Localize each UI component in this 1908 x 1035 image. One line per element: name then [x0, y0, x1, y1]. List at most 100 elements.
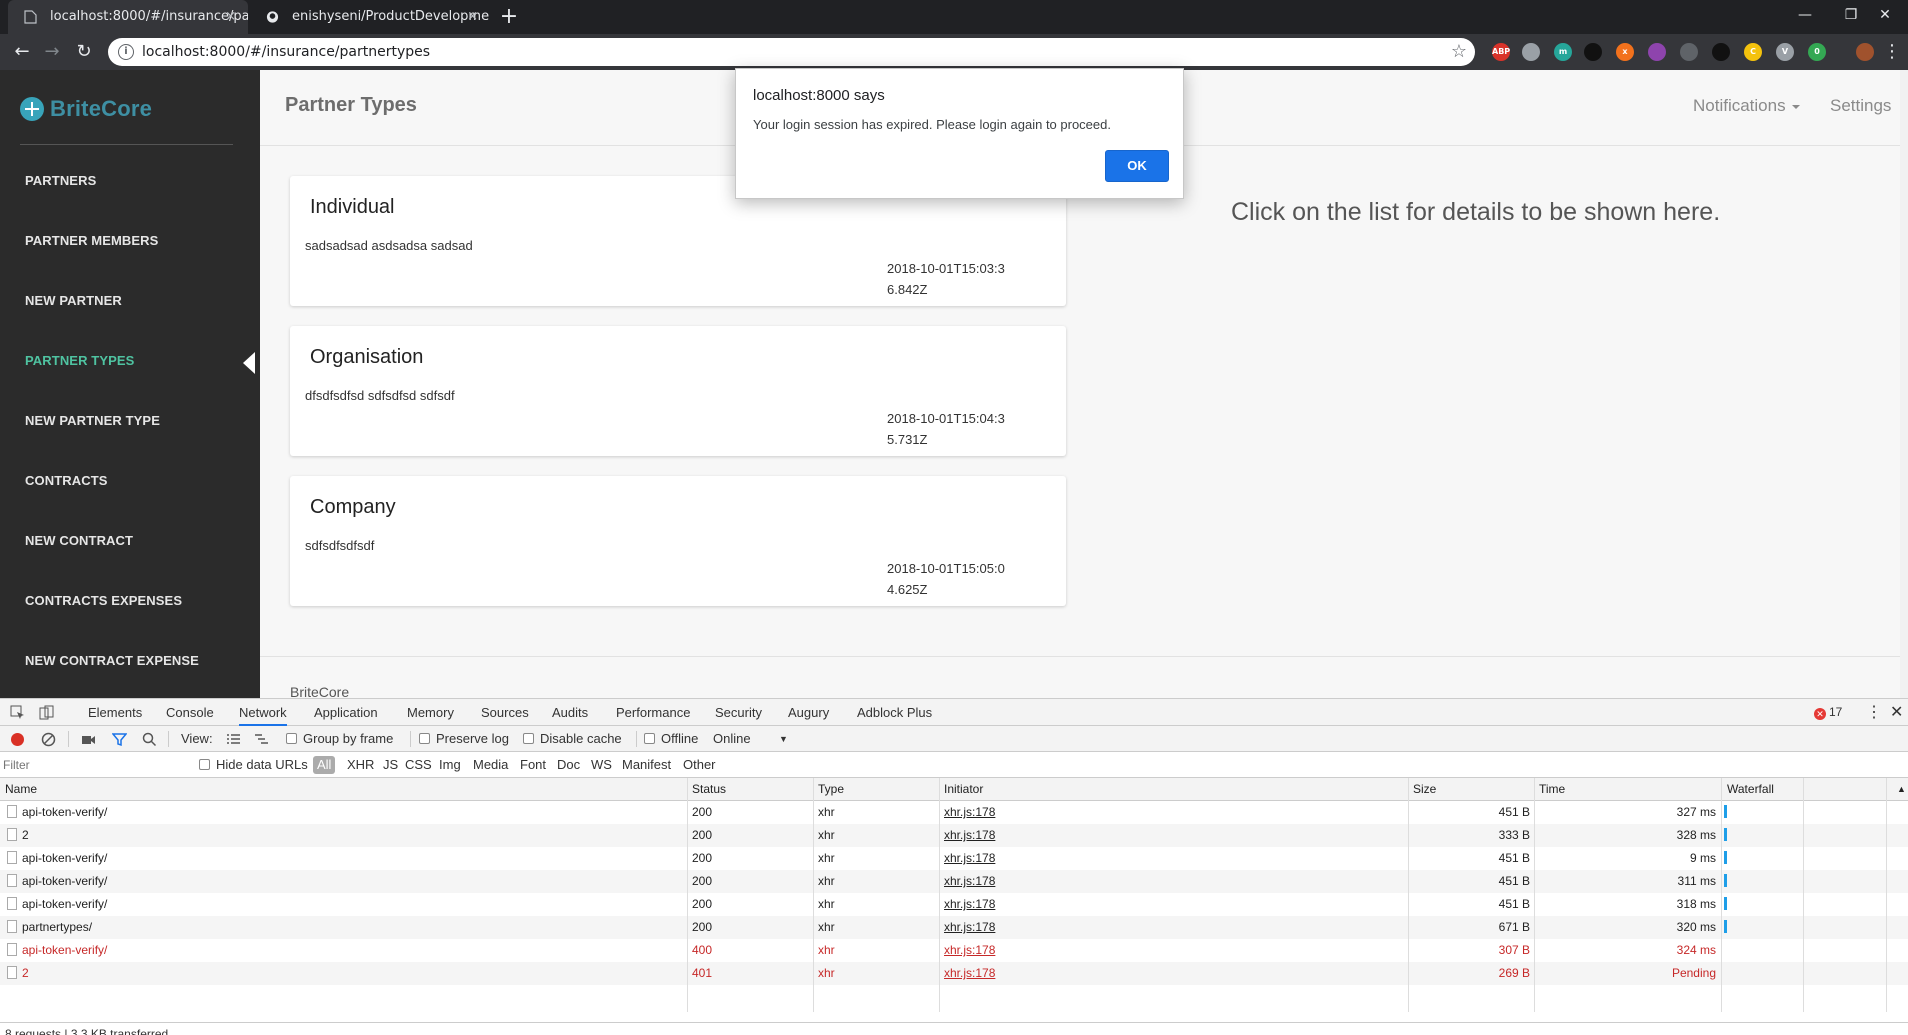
brand-logo[interactable]: BriteCore [20, 94, 152, 124]
sidebar-item-new-partner[interactable]: NEW PARTNER [25, 293, 122, 308]
filter-type-doc[interactable]: Doc [557, 752, 580, 778]
sidebar-item-new-contract-expense[interactable]: NEW CONTRACT EXPENSE [25, 653, 199, 668]
devtools-tab-adblock-plus[interactable]: Adblock Plus [857, 699, 932, 726]
filter-type-other[interactable]: Other [683, 752, 716, 778]
large-rows-icon[interactable] [226, 732, 241, 747]
close-tab-icon[interactable]: × [225, 0, 236, 34]
table-row[interactable]: api-token-verify/400 xhr xhr.js:178 307 B 32… [0, 939, 1908, 962]
address-bar[interactable]: i localhost:8000/#/insurance/partnertype… [108, 38, 1475, 66]
devtools-tab-security[interactable]: Security [715, 699, 762, 726]
initiator-link[interactable]: xhr.js:178 [944, 962, 995, 985]
request-name[interactable]: api-token-verify/ [7, 801, 107, 824]
throttling-select[interactable]: Online ▼ [713, 726, 788, 752]
devtools-tab-application[interactable]: Application [314, 699, 378, 726]
request-name[interactable]: 2 [7, 962, 29, 985]
url-text[interactable]: localhost:8000/#/insurance/partnertypes [142, 38, 430, 66]
request-name[interactable]: api-token-verify/ [7, 847, 107, 870]
column-status[interactable]: Status [692, 778, 726, 801]
filter-type-ws[interactable]: WS [591, 752, 612, 778]
close-window-button[interactable]: ✕ [1862, 0, 1908, 30]
devtools-tab-performance[interactable]: Performance [616, 699, 690, 726]
notifications-dropdown[interactable]: Notifications [1693, 96, 1800, 116]
table-row[interactable]: 2 200 xhr xhr.js:178 333 B 328 ms [0, 824, 1908, 847]
sidebar-item-contracts[interactable]: CONTRACTS [25, 473, 108, 488]
disable-cache-checkbox[interactable]: Disable cache [523, 726, 622, 752]
devtools-tab-console[interactable]: Console [166, 699, 214, 726]
cloud-icon[interactable] [1522, 43, 1540, 61]
filter-input[interactable] [3, 755, 183, 774]
devtools-tab-sources[interactable]: Sources [481, 699, 529, 726]
sidebar-item-new-partner-type[interactable]: NEW PARTNER TYPE [25, 413, 160, 428]
initiator-link[interactable]: xhr.js:178 [944, 847, 995, 870]
page-scrollbar[interactable] [1900, 70, 1908, 698]
sidebar-item-partner-types[interactable]: PARTNER TYPES [25, 353, 134, 368]
record-icon[interactable] [11, 733, 24, 746]
request-name[interactable]: 2 [7, 824, 29, 847]
c-yellow-icon[interactable]: C [1744, 43, 1762, 61]
devtools-menu-icon[interactable]: ⋮ [1866, 702, 1882, 722]
sort-up-icon[interactable]: ▲ [1897, 778, 1906, 801]
x-orange-icon[interactable]: x [1616, 43, 1634, 61]
close-tab-icon[interactable]: × [467, 0, 478, 34]
hide-data-urls-checkbox[interactable]: Hide data URLs [199, 752, 308, 778]
overview-icon[interactable] [254, 732, 269, 747]
table-row[interactable]: api-token-verify/200 xhr xhr.js:178 451 B 9 … [0, 847, 1908, 870]
m-icon[interactable]: m [1554, 43, 1572, 61]
eye-icon[interactable] [1712, 43, 1730, 61]
filter-type-js[interactable]: JS [383, 752, 398, 778]
table-row[interactable]: 2 401 xhr xhr.js:178 269 B Pending [0, 962, 1908, 985]
initiator-link[interactable]: xhr.js:178 [944, 824, 995, 847]
sidebar-item-contracts-expenses[interactable]: CONTRACTS EXPENSES [25, 593, 182, 608]
reload-icon[interactable]: ↻ [72, 40, 96, 64]
devtools-tab-elements[interactable]: Elements [88, 699, 142, 726]
grey-square-icon[interactable] [1680, 43, 1698, 61]
partner-type-card[interactable]: Organisation dfsdfsdfsd sdfsdfsd sdfsdf 20… [290, 326, 1066, 456]
filter-type-font[interactable]: Font [520, 752, 546, 778]
filter-type-img[interactable]: Img [439, 752, 461, 778]
abp-icon[interactable]: ABP [1492, 43, 1510, 61]
minimize-button[interactable]: — [1782, 0, 1828, 30]
devtools-tab-audits[interactable]: Audits [552, 699, 588, 726]
table-row[interactable]: api-token-verify/200 xhr xhr.js:178 451 B 32… [0, 801, 1908, 824]
site-info-icon[interactable]: i [118, 44, 134, 60]
sidebar-item-new-contract[interactable]: NEW CONTRACT [25, 533, 133, 548]
search-icon[interactable] [142, 732, 157, 747]
request-name[interactable]: api-token-verify/ [7, 870, 107, 893]
filter-type-all[interactable]: All [313, 756, 336, 774]
device-toolbar-icon[interactable] [39, 705, 54, 720]
initiator-link[interactable]: xhr.js:178 [944, 870, 995, 893]
shield-badge-icon[interactable]: 0 [1808, 43, 1826, 61]
clear-icon[interactable] [41, 732, 56, 747]
column-size[interactable]: Size [1413, 778, 1436, 801]
sidebar-item-partners[interactable]: PARTNERS [25, 173, 96, 188]
sidebar-item-partner-members[interactable]: PARTNER MEMBERS [25, 233, 158, 248]
capture-screenshots-icon[interactable] [81, 732, 96, 747]
filter-type-manifest[interactable]: Manifest [622, 752, 671, 778]
browser-tab-github[interactable]: enishyseni/ProductDevelopment × [250, 0, 490, 34]
filter-type-css[interactable]: CSS [405, 752, 432, 778]
devtools-tab-augury[interactable]: Augury [788, 699, 829, 726]
circle-dark-icon[interactable] [1584, 43, 1602, 61]
column-waterfall[interactable]: Waterfall [1727, 778, 1774, 801]
initiator-link[interactable]: xhr.js:178 [944, 939, 995, 962]
column-initiator[interactable]: Initiator [944, 778, 983, 801]
forward-arrow-icon[interactable]: → [40, 40, 64, 64]
new-tab-button[interactable]: + [496, 4, 522, 30]
initiator-link[interactable]: xhr.js:178 [944, 916, 995, 939]
v-icon[interactable]: V [1776, 43, 1794, 61]
profile-avatar-icon[interactable] [1856, 43, 1874, 61]
request-name[interactable]: partnertypes/ [7, 916, 92, 939]
devtools-tab-network[interactable]: Network [239, 699, 287, 726]
filter-type-xhr[interactable]: XHR [347, 752, 374, 778]
filter-icon[interactable] [112, 732, 127, 747]
inspect-element-icon[interactable] [10, 705, 25, 720]
devtools-tab-memory[interactable]: Memory [407, 699, 454, 726]
offline-checkbox[interactable]: Offline [644, 726, 698, 752]
settings-link[interactable]: Settings [1830, 96, 1891, 116]
browser-tab-active[interactable]: localhost:8000/#/insurance/partr × [8, 0, 248, 34]
column-type[interactable]: Type [818, 778, 844, 801]
error-counter[interactable]: ✕ 17 [1814, 705, 1842, 720]
bookmark-star-icon[interactable]: ☆ [1451, 38, 1467, 66]
partner-type-card[interactable]: Company sdfsdfsdfsdf 2018-10-01T15:05:04.6… [290, 476, 1066, 606]
filter-type-media[interactable]: Media [473, 752, 508, 778]
